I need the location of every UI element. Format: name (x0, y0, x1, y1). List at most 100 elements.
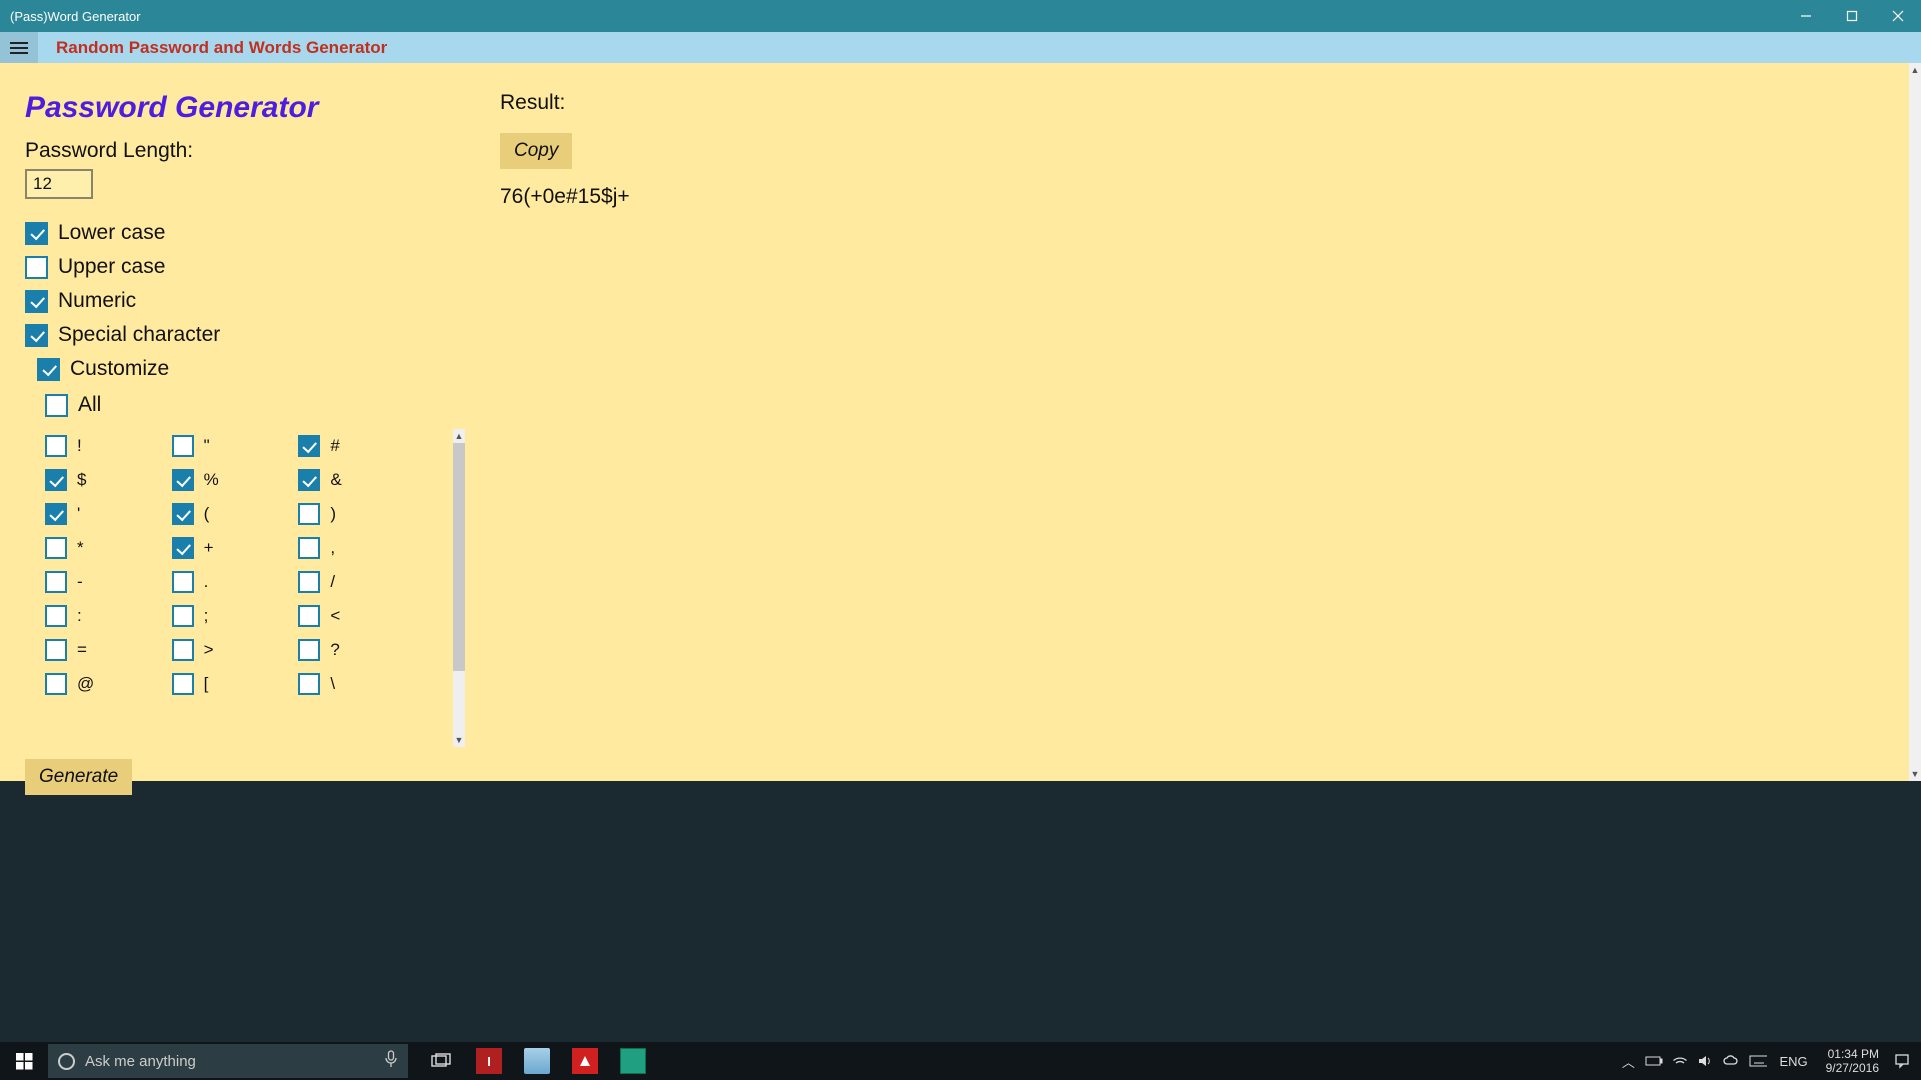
special-char-option[interactable]: = (45, 633, 172, 667)
special-char-option[interactable]: \ (298, 667, 425, 701)
battery-icon[interactable] (1645, 1052, 1663, 1070)
option-numeric[interactable]: Numeric (25, 289, 500, 313)
checkbox-icon (172, 673, 194, 695)
title-bar: (Pass)Word Generator (0, 0, 1921, 32)
action-center-icon[interactable] (1893, 1052, 1911, 1070)
checkbox-icon (298, 605, 320, 627)
scroll-up-icon[interactable]: ▲ (453, 429, 465, 443)
special-char-panel: !$ ' * -:=@ "% ( +.; > [ # &), / <? \ ▲ ▼ (45, 429, 465, 747)
special-char-option[interactable]: - (45, 565, 172, 599)
special-char-symbol: " (204, 436, 210, 456)
taskbar-app-4[interactable] (610, 1042, 656, 1080)
special-char-option[interactable]: [ (172, 667, 299, 701)
maximize-button[interactable] (1829, 0, 1875, 32)
onedrive-icon[interactable] (1723, 1052, 1741, 1070)
taskbar-app-2[interactable] (514, 1042, 560, 1080)
hamburger-button[interactable] (0, 32, 38, 63)
checkbox-icon (25, 222, 48, 245)
special-col: !$ ' * -:=@ (45, 429, 172, 701)
special-char-symbol: \ (330, 674, 335, 694)
mic-icon[interactable] (384, 1050, 398, 1072)
special-char-symbol: . (204, 572, 209, 592)
window-controls (1783, 0, 1921, 32)
copy-button[interactable]: Copy (500, 133, 572, 169)
close-button[interactable] (1875, 0, 1921, 32)
special-char-option[interactable]: $ (45, 463, 172, 497)
special-char-option[interactable]: ( (172, 497, 299, 531)
special-char-option[interactable]: ! (45, 429, 172, 463)
option-upper-case[interactable]: Upper case (25, 255, 500, 279)
checkbox-icon (298, 639, 320, 661)
special-scrollbar[interactable]: ▲ ▼ (453, 429, 465, 747)
main-scrollbar[interactable]: ▲ ▼ (1909, 63, 1921, 781)
special-char-symbol: ) (330, 504, 336, 524)
special-char-option[interactable]: % (172, 463, 299, 497)
special-char-option[interactable]: " (172, 429, 299, 463)
task-view-button[interactable] (418, 1042, 464, 1080)
checkbox-icon (45, 537, 67, 559)
special-col: "% ( +.; > [ (172, 429, 299, 701)
option-label: Upper case (58, 255, 165, 279)
checkbox-icon (45, 469, 67, 491)
special-char-symbol: / (330, 572, 335, 592)
special-char-symbol: & (330, 470, 341, 490)
special-char-option[interactable]: ? (298, 633, 425, 667)
special-char-option[interactable]: ; (172, 599, 299, 633)
start-button[interactable] (0, 1042, 48, 1080)
special-char-symbol: ( (204, 504, 210, 524)
option-lower-case[interactable]: Lower case (25, 221, 500, 245)
tray-chevron-icon[interactable]: ︿ (1619, 1052, 1637, 1070)
special-char-option[interactable]: < (298, 599, 425, 633)
special-char-symbol: ' (77, 504, 80, 524)
special-char-option[interactable]: ' (45, 497, 172, 531)
special-char-option[interactable]: + (172, 531, 299, 565)
checkbox-icon (45, 503, 67, 525)
system-tray: ︿ ENG 01:34 PM 9/27/2016 (1619, 1042, 1921, 1080)
special-char-option[interactable]: > (172, 633, 299, 667)
scroll-track[interactable] (453, 443, 465, 733)
option-customize[interactable]: Customize (37, 357, 500, 381)
special-char-symbol: # (330, 436, 339, 456)
keyboard-icon[interactable] (1749, 1052, 1767, 1070)
special-char-option[interactable]: , (298, 531, 425, 565)
clock[interactable]: 01:34 PM 9/27/2016 (1820, 1047, 1885, 1075)
length-input[interactable] (25, 169, 93, 199)
option-all[interactable]: All (45, 393, 500, 417)
option-special[interactable]: Special character (25, 323, 500, 347)
special-char-option[interactable]: : (45, 599, 172, 633)
generate-button[interactable]: Generate (25, 759, 132, 795)
window-title: (Pass)Word Generator (0, 9, 141, 24)
language-indicator[interactable]: ENG (1775, 1054, 1811, 1069)
special-char-symbol: > (204, 640, 214, 660)
volume-icon[interactable] (1697, 1052, 1715, 1070)
special-char-option[interactable]: . (172, 565, 299, 599)
checkbox-icon (172, 469, 194, 491)
checkbox-icon (25, 324, 48, 347)
taskbar: Ask me anything I ︿ ENG 01:34 PM 9/27/20… (0, 1042, 1921, 1080)
checkbox-icon (298, 537, 320, 559)
scroll-down-icon[interactable]: ▼ (1909, 767, 1921, 781)
network-icon[interactable] (1671, 1052, 1689, 1070)
scroll-thumb[interactable] (453, 443, 465, 671)
option-label: Numeric (58, 289, 136, 313)
special-char-symbol: , (330, 538, 335, 558)
special-char-symbol: - (77, 572, 83, 592)
scroll-track[interactable] (1909, 77, 1921, 767)
special-char-option[interactable]: # (298, 429, 425, 463)
taskbar-app-1[interactable]: I (466, 1042, 512, 1080)
special-char-option[interactable]: * (45, 531, 172, 565)
minimize-button[interactable] (1783, 0, 1829, 32)
search-box[interactable]: Ask me anything (48, 1044, 408, 1078)
result-panel: Result: Copy 76(+0e#15$j+ (500, 63, 630, 781)
special-char-option[interactable]: / (298, 565, 425, 599)
taskbar-app-3[interactable] (562, 1042, 608, 1080)
main-content: Password Generator Password Length: Lowe… (0, 63, 1921, 781)
special-char-symbol: * (77, 538, 84, 558)
special-char-option[interactable]: @ (45, 667, 172, 701)
scroll-up-icon[interactable]: ▲ (1909, 63, 1921, 77)
special-char-option[interactable]: & (298, 463, 425, 497)
scroll-down-icon[interactable]: ▼ (453, 733, 465, 747)
special-char-option[interactable]: ) (298, 497, 425, 531)
option-label: All (78, 393, 101, 417)
checkbox-icon (45, 605, 67, 627)
